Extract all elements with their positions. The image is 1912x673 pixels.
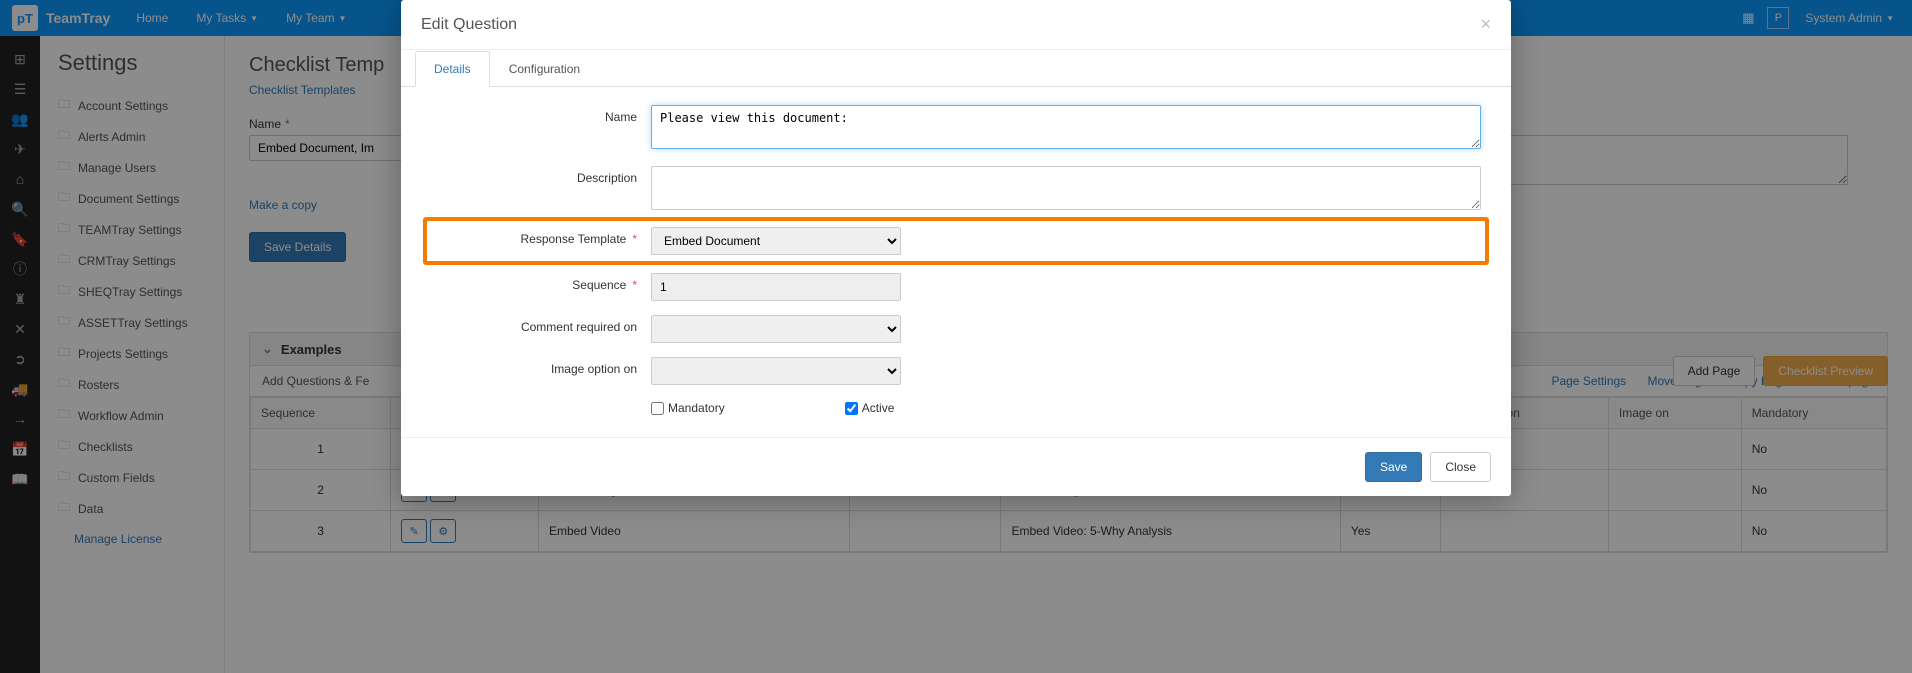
modal-response-template-label: Response Template* (431, 227, 651, 246)
save-button[interactable]: Save (1365, 452, 1422, 482)
modal-tabs: Details Configuration (401, 50, 1511, 87)
mandatory-checkbox-label[interactable]: Mandatory (651, 401, 725, 415)
sequence-input[interactable] (651, 273, 901, 301)
modal-name-textarea[interactable]: Please view this document: (651, 105, 1481, 149)
modal-image-label: Image option on (431, 357, 651, 376)
modal-description-label: Description (431, 166, 651, 185)
mandatory-checkbox[interactable] (651, 402, 664, 415)
modal-body: Name Please view this document: Descript… (401, 87, 1511, 437)
comment-required-select[interactable] (651, 315, 901, 343)
modal-comment-label: Comment required on (431, 315, 651, 334)
response-template-highlight: Response Template* Embed Document (423, 217, 1489, 265)
modal-sequence-label: Sequence* (431, 273, 651, 292)
tab-details[interactable]: Details (415, 51, 490, 87)
active-checkbox[interactable] (845, 402, 858, 415)
image-option-select[interactable] (651, 357, 901, 385)
response-template-select[interactable]: Embed Document (651, 227, 901, 255)
modal-title: Edit Question (421, 16, 517, 34)
modal-name-label: Name (431, 105, 651, 124)
modal-description-textarea[interactable] (651, 166, 1481, 210)
active-checkbox-label[interactable]: Active (845, 401, 895, 415)
modal-footer: Save Close (401, 437, 1511, 496)
tab-configuration[interactable]: Configuration (490, 51, 599, 87)
modal-header: Edit Question × (401, 0, 1511, 50)
close-icon[interactable]: × (1480, 14, 1491, 35)
close-button[interactable]: Close (1430, 452, 1491, 482)
edit-question-modal: Edit Question × Details Configuration Na… (401, 0, 1511, 496)
